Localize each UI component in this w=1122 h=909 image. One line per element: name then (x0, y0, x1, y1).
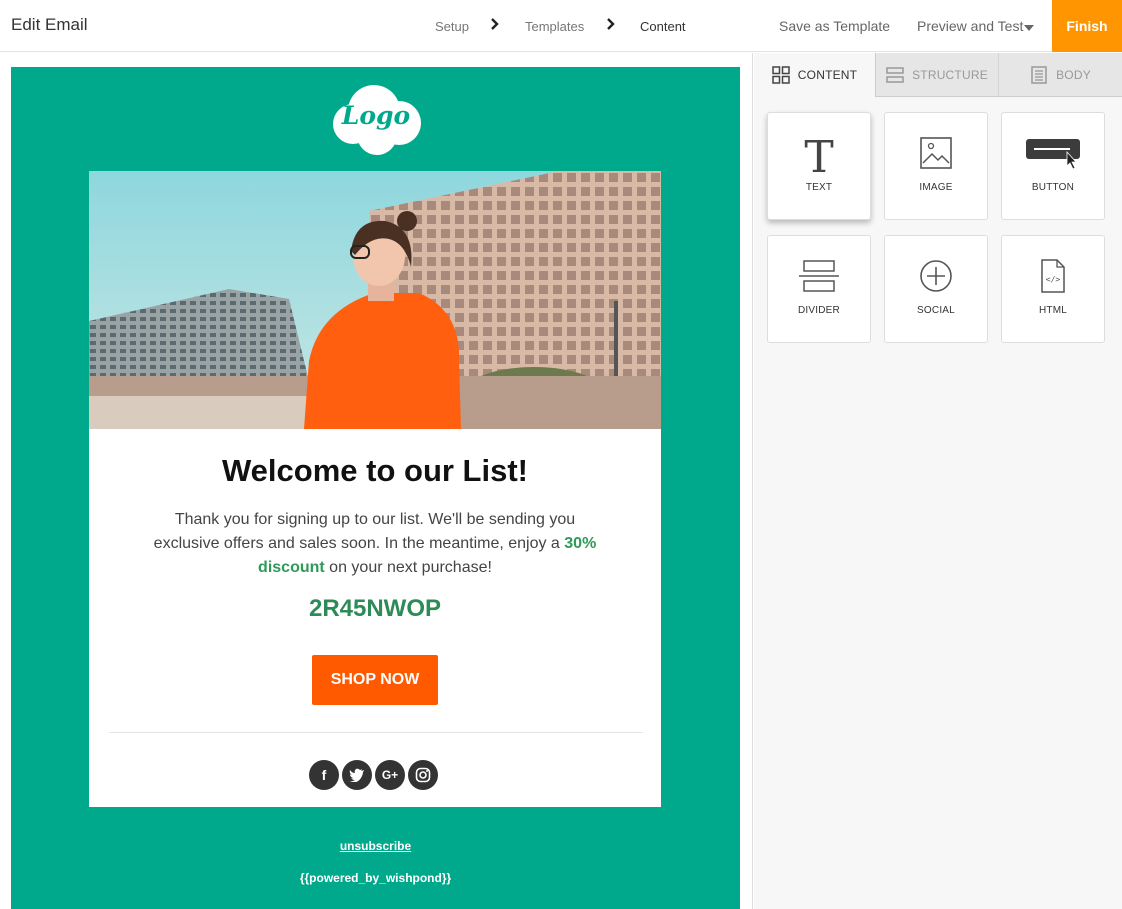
page-title: Edit Email (11, 15, 88, 34)
facebook-icon[interactable]: f (309, 760, 339, 790)
powered-by-text: {{powered_by_wishpond}} (299, 871, 452, 885)
tile-social[interactable]: SOCIAL (884, 235, 988, 343)
email-card: Welcome to our List! Thank you for signi… (89, 171, 661, 807)
chevron-right-icon (606, 16, 618, 32)
tile-social-label: SOCIAL (917, 305, 955, 316)
email-headline[interactable]: Welcome to our List! (89, 453, 661, 489)
divider-icon (768, 258, 870, 298)
tab-structure[interactable]: STRUCTURE (876, 53, 999, 97)
tile-button-label: BUTTON (1031, 182, 1075, 193)
save-as-template-button[interactable]: Save as Template (779, 18, 890, 34)
email-body-text[interactable]: Thank you for signing up to our list. We… (149, 508, 601, 580)
tab-body-label: BODY (1056, 67, 1091, 82)
tile-image-label: IMAGE (919, 182, 953, 193)
panel-tabs: CONTENT STRUCTURE BODY (754, 53, 1122, 97)
caret-down-icon[interactable] (1024, 25, 1034, 31)
image-icon (885, 135, 987, 175)
email-canvas: Logo Welcome to our List! Thank you for … (0, 53, 753, 909)
step-setup[interactable]: Setup (435, 19, 469, 34)
top-bar: Edit Email Setup Templates Content Save … (0, 0, 1122, 52)
tab-content-label: CONTENT (797, 68, 858, 82)
builder-panel: CONTENT STRUCTURE BODY T TEXT IMAGE BUTT… (754, 53, 1122, 909)
shop-now-button[interactable]: SHOP NOW (312, 655, 438, 705)
plus-circle-icon (885, 258, 987, 298)
logo-block[interactable]: Logo (327, 81, 425, 157)
svg-text:</>: </> (1046, 275, 1061, 284)
body-outro: on your next purchase! (329, 559, 492, 576)
tile-divider[interactable]: DIVIDER (767, 235, 871, 343)
grid-icon (772, 66, 790, 84)
email-body[interactable]: Logo Welcome to our List! Thank you for … (11, 67, 740, 909)
tab-body[interactable]: BODY (999, 53, 1122, 97)
logo-text: Logo (341, 101, 411, 130)
tile-divider-label: DIVIDER (798, 305, 840, 316)
twitter-icon[interactable] (342, 760, 372, 790)
divider[interactable] (109, 732, 643, 733)
instagram-icon[interactable] (408, 760, 438, 790)
tile-text[interactable]: T TEXT (767, 112, 871, 220)
social-icons[interactable]: f G+ (309, 760, 438, 790)
preview-and-test-button[interactable]: Preview and Test (917, 18, 1023, 34)
step-templates[interactable]: Templates (525, 19, 584, 34)
document-icon (1031, 65, 1047, 84)
tile-image[interactable]: IMAGE (884, 112, 988, 220)
tab-structure-label: STRUCTURE (912, 67, 988, 82)
text-icon: T (768, 135, 870, 175)
step-content[interactable]: Content (640, 19, 686, 34)
discount-code[interactable]: 2R45NWOP (89, 595, 661, 623)
button-icon (1002, 135, 1104, 175)
code-file-icon: </> (1002, 258, 1104, 298)
tile-html[interactable]: </> HTML (1001, 235, 1105, 343)
rows-icon (886, 66, 904, 83)
tile-button[interactable]: BUTTON (1001, 112, 1105, 220)
body-intro: Thank you for signing up to our list. We… (153, 511, 576, 552)
svg-text:T: T (804, 135, 833, 175)
tile-text-label: TEXT (805, 182, 833, 193)
tab-content[interactable]: CONTENT (754, 53, 876, 97)
unsubscribe-link[interactable]: unsubscribe (11, 839, 740, 853)
chevron-right-icon (490, 16, 502, 32)
finish-button[interactable]: Finish (1052, 0, 1122, 52)
hero-image[interactable] (89, 171, 661, 429)
tile-html-label: HTML (1038, 305, 1068, 316)
google-plus-icon[interactable]: G+ (375, 760, 405, 790)
